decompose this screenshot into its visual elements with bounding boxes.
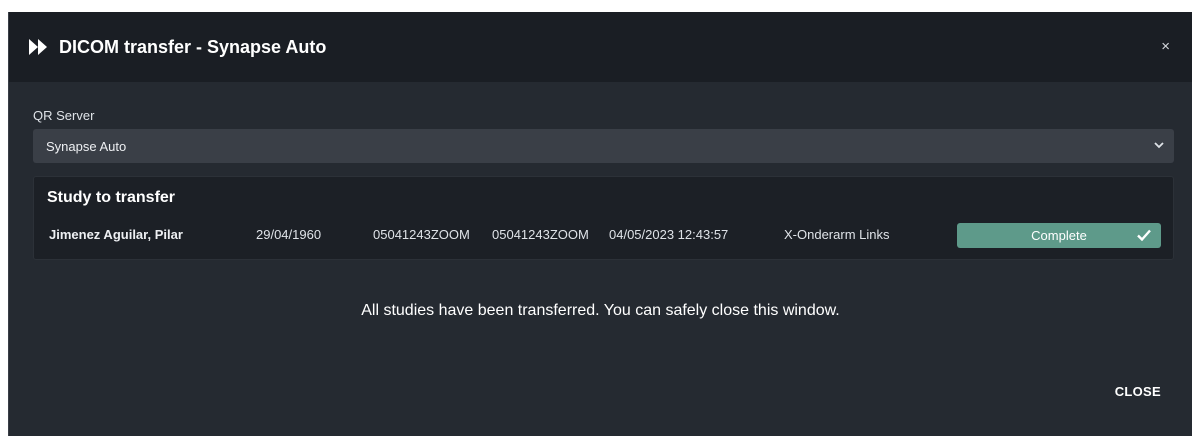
close-icon[interactable]: × (1161, 39, 1170, 54)
qr-server-label: QR Server (33, 108, 95, 123)
close-button[interactable]: CLOSE (1115, 384, 1161, 399)
transfer-complete-message: All studies have been transferred. You c… (361, 302, 840, 319)
status-badge: Complete (957, 223, 1161, 248)
study-to-transfer-panel: Study to transfer Jimenez Aguilar, Pilar… (33, 176, 1174, 260)
chevron-down-icon (1154, 142, 1164, 149)
study-description: X-Onderarm Links (784, 227, 890, 242)
patient-name: Jimenez Aguilar, Pilar (49, 227, 183, 242)
accession-number: 05041243ZOOM (492, 227, 589, 242)
table-row: Jimenez Aguilar, Pilar 29/04/1960 050412… (34, 223, 1173, 249)
study-panel-heading: Study to transfer (47, 189, 176, 206)
fast-forward-icon (29, 39, 47, 55)
dialog-title: DICOM transfer - Synapse Auto (59, 36, 327, 57)
dicom-transfer-dialog: DICOM transfer - Synapse Auto × QR Serve… (8, 12, 1192, 436)
status-label: Complete (1031, 228, 1087, 243)
patient-id: 05041243ZOOM (373, 227, 470, 242)
qr-server-selected-value: Synapse Auto (46, 138, 127, 154)
birth-date: 29/04/1960 (256, 227, 322, 242)
qr-server-select[interactable]: Synapse Auto (33, 129, 1174, 163)
check-icon (1137, 229, 1151, 241)
dialog-header: DICOM transfer - Synapse Auto × (9, 12, 1192, 82)
study-date: 04/05/2023 12:43:57 (609, 227, 729, 242)
